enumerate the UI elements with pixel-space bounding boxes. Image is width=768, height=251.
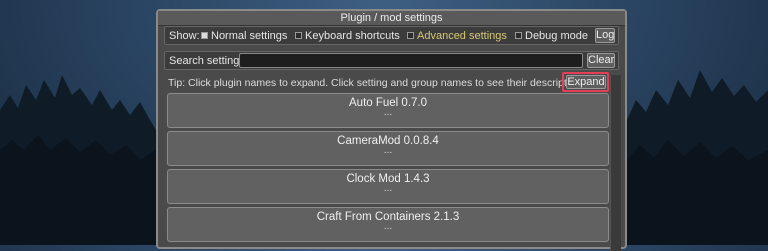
window-title: Plugin / mod settings xyxy=(158,11,625,26)
search-label: Search settings: xyxy=(169,55,248,67)
plugin-collapsed-indicator: ... xyxy=(383,221,393,232)
plugin-item-craft-from-containers[interactable]: Craft From Containers 2.1.3 ... xyxy=(167,207,609,242)
plugin-list: Auto Fuel 0.7.0 ... CameraMod 0.0.8.4 ..… xyxy=(167,93,609,245)
plugin-item-auto-fuel[interactable]: Auto Fuel 0.7.0 ... xyxy=(167,93,609,128)
option-label: Normal settings xyxy=(211,30,288,42)
option-label: Advanced settings xyxy=(417,30,507,42)
search-input[interactable] xyxy=(239,53,583,68)
plugin-collapsed-indicator: ... xyxy=(383,107,393,118)
normal-settings-toggle[interactable]: Normal settings xyxy=(201,30,287,42)
advanced-settings-toggle[interactable]: Advanced settings xyxy=(407,30,507,42)
show-options-row: Show: Normal settings Keyboard shortcuts… xyxy=(164,26,619,45)
checkbox-icon xyxy=(407,32,414,39)
log-button[interactable]: Log xyxy=(595,28,615,43)
clear-button[interactable]: Clear xyxy=(587,53,615,68)
option-label: Keyboard shortcuts xyxy=(305,30,400,42)
debug-mode-toggle[interactable]: Debug mode xyxy=(515,30,588,42)
plugin-collapsed-indicator: ... xyxy=(383,183,393,194)
plugin-collapsed-indicator: ... xyxy=(383,145,393,156)
plugin-item-cameramod[interactable]: CameraMod 0.0.8.4 ... xyxy=(167,131,609,166)
checkbox-icon xyxy=(201,32,208,39)
plugin-item-clock-mod[interactable]: Clock Mod 1.4.3 ... xyxy=(167,169,609,204)
show-label: Show: xyxy=(169,30,200,42)
tip-text: Tip: Click plugin names to expand. Click… xyxy=(168,77,589,89)
keyboard-shortcuts-toggle[interactable]: Keyboard shortcuts xyxy=(295,30,400,42)
checkbox-icon xyxy=(295,32,302,39)
search-row: Search settings: Clear xyxy=(164,51,619,70)
scrollbar[interactable] xyxy=(610,75,621,251)
expand-button[interactable]: Expand xyxy=(566,75,606,89)
option-label: Debug mode xyxy=(525,30,588,42)
checkbox-icon xyxy=(515,32,522,39)
plugin-settings-window: Plugin / mod settings Show: Normal setti… xyxy=(156,9,627,251)
